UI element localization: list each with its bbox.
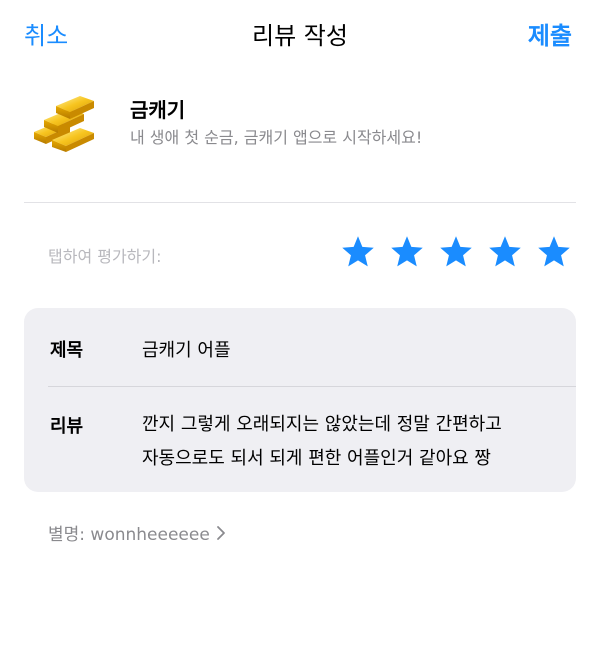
star-1-icon[interactable] xyxy=(340,234,376,270)
star-rating[interactable] xyxy=(340,234,580,274)
title-input[interactable]: 금캐기 어플 xyxy=(142,336,231,362)
star-5-icon[interactable] xyxy=(536,234,572,270)
page-title: 리뷰 작성 xyxy=(252,22,348,50)
app-name: 금캐기 xyxy=(130,98,186,122)
title-field-label: 제목 xyxy=(50,340,84,361)
rating-label: 탭하여 평가하기: xyxy=(48,247,162,266)
navigation-bar: 취소 리뷰 작성 제출 xyxy=(0,0,600,64)
review-field-label: 리뷰 xyxy=(50,416,84,437)
review-textarea[interactable]: 깐지 그렇게 오래되지는 않았는데 정말 간편하고 자동으로도 되서 되게 편한… xyxy=(142,408,562,476)
app-subtitle: 내 생애 첫 순금, 금캐기 앱으로 시작하세요! xyxy=(130,128,423,147)
review-text-line: 깐지 그렇게 오래되지는 않았는데 정말 간편하고 xyxy=(142,414,502,435)
review-text-line: 자동으로도 되서 되게 편한 어플인거 같아요 짱 xyxy=(142,448,491,469)
submit-button[interactable]: 제출 xyxy=(528,16,572,51)
nickname-label: 별명: wonnheeeeee xyxy=(48,525,210,545)
star-4-icon[interactable] xyxy=(487,234,523,270)
divider xyxy=(24,202,576,203)
chevron-right-icon xyxy=(216,525,226,546)
review-form-card: 제목 금캐기 어플 리뷰 깐지 그렇게 오래되지는 않았는데 정말 간편하고 자… xyxy=(24,308,576,492)
card-divider xyxy=(48,386,576,387)
gold-bars-icon xyxy=(30,92,106,152)
star-2-icon[interactable] xyxy=(389,234,425,270)
app-info: 금캐기 내 생애 첫 순금, 금캐기 앱으로 시작하세요! xyxy=(24,86,576,166)
nickname-link[interactable]: 별명: wonnheeeeee xyxy=(48,520,226,546)
star-3-icon[interactable] xyxy=(438,234,474,270)
